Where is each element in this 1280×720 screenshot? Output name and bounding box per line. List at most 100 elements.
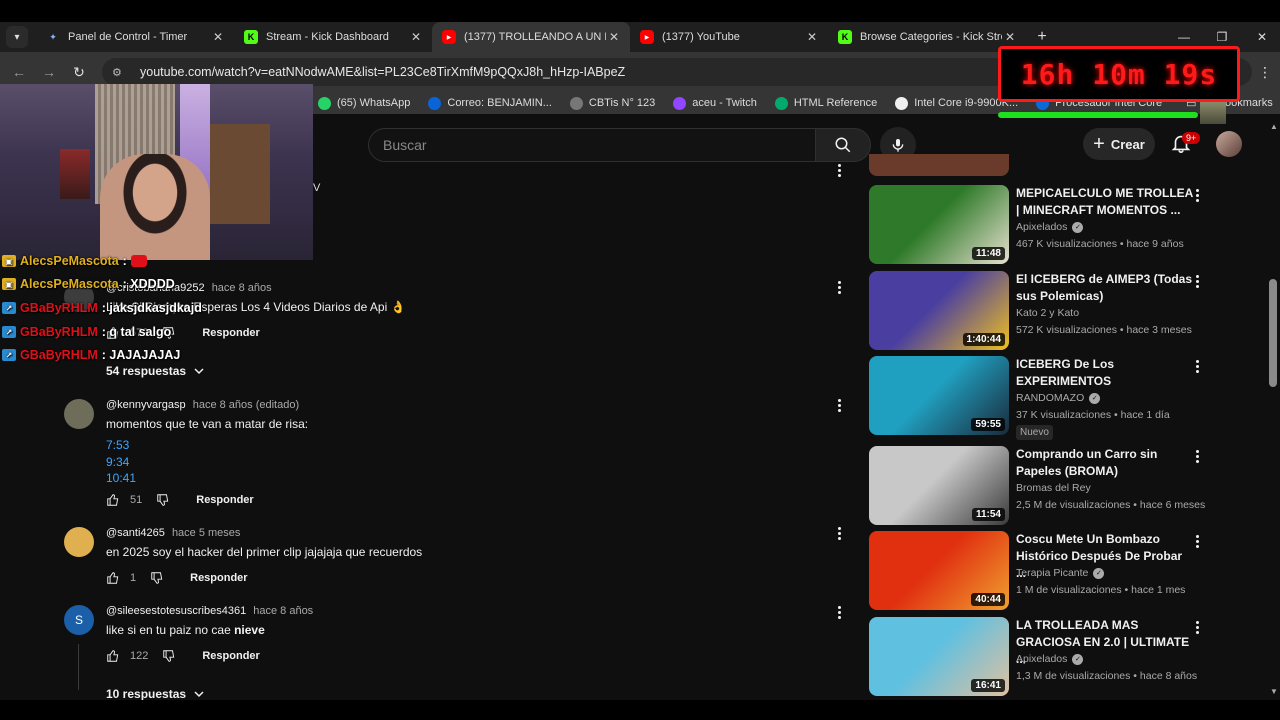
like-count: 51	[130, 494, 143, 506]
video-thumbnail[interactable]: 59:55	[869, 356, 1009, 435]
chat-emote-icon	[130, 255, 147, 267]
timestamp-link[interactable]: 7:53	[106, 437, 136, 454]
scrollbar[interactable]: ▲ ▼	[1268, 122, 1278, 696]
video-title[interactable]: ICEBERG De Los EXPERIMENTOS	[1016, 356, 1194, 390]
dislike-icon[interactable]	[150, 571, 164, 585]
comment-menu-icon[interactable]	[831, 604, 847, 620]
recommended-video[interactable]: 40:44 Coscu Mete Un Bombazo Histórico Des…	[869, 531, 1209, 611]
video-thumbnail[interactable]: 11:54	[869, 446, 1009, 525]
comment-thread: @cristobanana9252 hace 8 años Like Si Si…	[64, 282, 824, 382]
reload-icon[interactable]: ↻	[64, 64, 94, 81]
like-icon[interactable]	[106, 649, 120, 663]
channel-name[interactable]: RANDOMAZO	[1016, 392, 1084, 404]
channel-name[interactable]: Apixelados	[1016, 653, 1067, 665]
scroll-down-icon[interactable]: ▼	[1270, 687, 1278, 696]
new-badge: Nuevo	[1016, 425, 1053, 440]
chat-message: ↗ GBaByRHLM: q tal salgo	[2, 325, 171, 339]
reply-button[interactable]: Responder	[190, 572, 247, 584]
commenter-avatar[interactable]: S	[64, 605, 94, 635]
bookmark-item[interactable]: CBTis N° 123	[569, 96, 655, 110]
like-icon[interactable]	[106, 493, 120, 507]
verified-check-icon: ✓	[1072, 221, 1084, 233]
dislike-icon[interactable]	[156, 493, 170, 507]
back-icon[interactable]: ←	[4, 64, 34, 80]
video-thumbnail[interactable]	[869, 154, 1009, 176]
new-tab-button[interactable]: +	[1030, 28, 1054, 46]
comment-author[interactable]: @santi4265	[106, 527, 165, 539]
comment-text-part: like si en tu paiz no cae	[106, 623, 235, 637]
video-thumbnail[interactable]: 16:41	[869, 617, 1009, 696]
browser-tab[interactable]: ▶ (1377) YouTube ✕	[630, 22, 828, 52]
reply-button[interactable]: Responder	[196, 494, 253, 506]
view-replies-button[interactable]: 10 respuestas	[106, 687, 204, 700]
video-title[interactable]: Comprando un Carro sin Papeles (BROMA)	[1016, 446, 1194, 480]
bookmark-item[interactable]: aceu - Twitch	[673, 96, 757, 110]
close-icon[interactable]: ✕	[210, 30, 226, 44]
browser-tab[interactable]: K Stream - Kick Dashboard ✕	[234, 22, 432, 52]
scroll-thumb[interactable]	[1269, 279, 1277, 387]
recommended-video[interactable]: 11:48 MEPICAELCULO ME TROLLEA | MINECRAFT…	[869, 185, 1209, 265]
video-thumbnail[interactable]: 40:44	[869, 531, 1009, 610]
timestamp-link[interactable]: 9:34	[106, 454, 136, 471]
comment-author[interactable]: @kennyvargasp	[106, 399, 186, 411]
video-thumbnail[interactable]: 11:48	[869, 185, 1009, 264]
video-title[interactable]: El ICEBERG de AIMEP3 (Todas sus Polemica…	[1016, 271, 1194, 305]
video-menu-icon[interactable]	[1189, 533, 1205, 549]
search-button[interactable]	[815, 128, 871, 162]
commenter-avatar[interactable]	[64, 527, 94, 557]
view-replies-button[interactable]: 54 respuestas	[106, 364, 204, 378]
globe-icon	[569, 96, 583, 110]
recommended-video[interactable]: 1:40:44 El ICEBERG de AIMEP3 (Todas sus P…	[869, 271, 1209, 351]
browser-menu-icon[interactable]: ⋮	[1250, 64, 1280, 81]
video-thumbnail[interactable]: 1:40:44	[869, 271, 1009, 350]
bookmark-item[interactable]: (65) WhatsApp	[318, 96, 411, 110]
close-icon[interactable]: ✕	[1002, 30, 1018, 44]
window-close-icon[interactable]: ✕	[1244, 22, 1280, 52]
verified-check-icon: ✓	[1072, 653, 1084, 665]
video-meta: 37 K visualizaciones • hace 1 día	[1016, 409, 1170, 421]
video-meta: 467 K visualizaciones • hace 9 años	[1016, 238, 1184, 250]
like-icon[interactable]	[106, 571, 120, 585]
channel-name[interactable]: Bromas del Rey	[1016, 482, 1091, 494]
channel-name[interactable]: Terapia Picante	[1016, 567, 1088, 579]
comment-header: @kennyvargasp hace 8 años (editado)	[106, 399, 299, 411]
close-icon[interactable]: ✕	[606, 30, 622, 44]
comment-menu-icon[interactable]	[831, 525, 847, 541]
video-menu-icon[interactable]	[1189, 619, 1205, 635]
close-icon[interactable]: ✕	[804, 30, 820, 44]
browser-tab[interactable]: K Browse Categories - Kick Streaming ✕	[828, 22, 1026, 52]
recommended-video[interactable]: 59:55 ICEBERG De Los EXPERIMENTOS RANDOMAZ…	[869, 356, 1209, 440]
channel-name[interactable]: Kato 2 y Kato	[1016, 307, 1079, 319]
video-meta: 572 K visualizaciones • hace 3 meses	[1016, 324, 1192, 336]
close-icon[interactable]: ✕	[408, 30, 424, 44]
site-info-icon[interactable]: ⚙	[112, 66, 128, 79]
comment-menu-icon[interactable]	[831, 397, 847, 413]
video-menu-icon[interactable]	[1189, 448, 1205, 464]
search-input[interactable]: Buscar	[368, 128, 816, 162]
tab-search-button[interactable]: ▾	[6, 26, 28, 48]
forward-icon[interactable]: →	[34, 64, 64, 80]
browser-tab-active[interactable]: ▶ (1377) TROLLEANDO A UN HACKER ✕	[432, 22, 630, 52]
bookmark-label: (65) WhatsApp	[337, 97, 411, 109]
account-avatar[interactable]	[1216, 131, 1242, 157]
dislike-icon[interactable]	[162, 649, 176, 663]
commenter-avatar[interactable]	[64, 399, 94, 429]
video-menu-icon[interactable]	[1189, 273, 1205, 289]
comment-author[interactable]: @sileesestotesuscribes4361	[106, 605, 246, 617]
video-title[interactable]: MEPICAELCULO ME TROLLEA | MINECRAFT MOME…	[1016, 185, 1194, 219]
timestamp-link[interactable]: 10:41	[106, 470, 136, 487]
comment-menu-icon[interactable]	[831, 162, 847, 178]
bookmark-item[interactable]: HTML Reference	[774, 96, 877, 110]
bookmark-item[interactable]: Correo: BENJAMIN...	[428, 96, 552, 110]
channel-name[interactable]: Apixelados	[1016, 221, 1067, 233]
reply-button[interactable]: Responder	[202, 650, 259, 662]
browser-tab[interactable]: ✦ Panel de Control - Timer ✕	[36, 22, 234, 52]
video-menu-icon[interactable]	[1189, 187, 1205, 203]
comment-menu-icon[interactable]	[831, 279, 847, 295]
video-menu-icon[interactable]	[1189, 358, 1205, 374]
scroll-up-icon[interactable]: ▲	[1270, 122, 1278, 131]
reply-button[interactable]: Responder	[202, 327, 259, 339]
recommended-video[interactable]: 11:54 Comprando un Carro sin Papeles (BRO…	[869, 446, 1209, 526]
whatsapp-icon	[318, 96, 331, 110]
recommended-video[interactable]: 16:41 LA TROLLEADA MAS GRACIOSA EN 2.0 | …	[869, 617, 1209, 697]
